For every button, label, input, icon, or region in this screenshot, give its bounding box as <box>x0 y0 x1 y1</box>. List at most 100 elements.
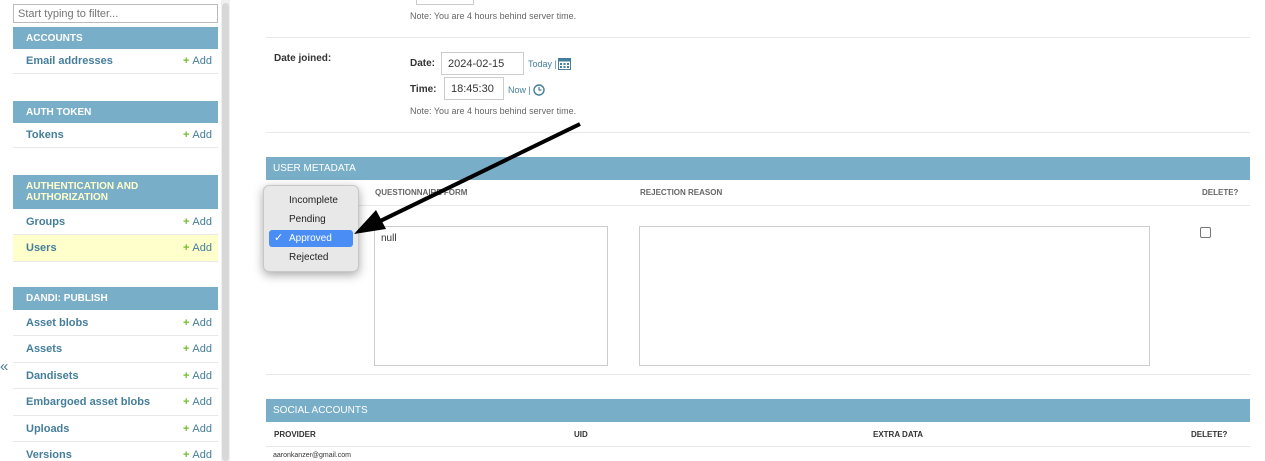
module-dandi-publish: Dandi: Publish Asset blobs + Add Assets +… <box>13 287 218 461</box>
status-option-rejected[interactable]: Rejected <box>269 249 353 266</box>
collapse-sidebar-button[interactable]: « <box>0 358 8 375</box>
link-separator: | <box>528 85 531 95</box>
sidebar-item-dandisets[interactable]: Dandisets + Add <box>13 363 218 389</box>
sidebar-item-label[interactable]: Asset blobs <box>26 317 88 329</box>
add-link[interactable]: + Add <box>183 423 212 435</box>
provider-column-header: PROVIDER <box>274 430 316 439</box>
status-option-pending[interactable]: Pending <box>269 211 353 228</box>
plus-icon: + <box>182 316 190 329</box>
calendar-icon[interactable] <box>558 57 571 70</box>
add-link[interactable]: + Add <box>183 242 212 254</box>
sidebar-item-label[interactable]: Dandisets <box>26 370 79 382</box>
add-link[interactable]: + Add <box>183 216 212 228</box>
module-authentication-authorization: Authentication and Authorization Groups … <box>13 175 218 262</box>
add-label: Add <box>192 316 212 329</box>
add-link[interactable]: + Add <box>183 449 212 461</box>
add-label: Add <box>192 396 212 408</box>
add-link[interactable]: + Add <box>183 343 212 355</box>
time-label: Time: <box>410 84 437 95</box>
social-accounts-header: SOCIAL ACCOUNTS <box>266 399 1250 422</box>
status-option-incomplete[interactable]: Incomplete <box>269 192 353 209</box>
sidebar-item-label[interactable]: Users <box>26 242 57 254</box>
date-input[interactable] <box>441 52 524 75</box>
sidebar-item-label[interactable]: Uploads <box>26 423 69 435</box>
sidebar: Accounts Email addresses +Add Auth Token… <box>0 0 232 461</box>
today-link-group: Today | <box>528 59 557 69</box>
sidebar-item-label[interactable]: Embargoed asset blobs <box>26 396 150 408</box>
sidebar-item-label[interactable]: Assets <box>26 343 62 355</box>
delete-column-header: DELETE? <box>1191 430 1228 439</box>
plus-icon: + <box>182 55 190 67</box>
plus-icon: + <box>182 448 190 461</box>
option-label: Approved <box>289 233 332 244</box>
today-link[interactable]: Today <box>528 59 552 69</box>
questionnaire-textarea[interactable]: null <box>374 226 608 366</box>
add-label: Add <box>192 448 212 461</box>
timezone-note: Note: You are 4 hours behind server time… <box>410 11 577 21</box>
sidebar-item-email-addresses[interactable]: Email addresses + Add <box>13 49 218 74</box>
status-option-approved[interactable]: ✓ Approved <box>269 230 353 247</box>
extra-data-column-header: EXTRA DATA <box>873 430 924 439</box>
sidebar-item-groups[interactable]: Groups + Add <box>13 209 218 235</box>
module-header-dandi-publish: Dandi: Publish <box>13 287 218 310</box>
add-label: Add <box>192 215 212 228</box>
timezone-note: Note: You are 4 hours behind server time… <box>410 106 577 116</box>
sidebar-item-uploads[interactable]: Uploads + Add <box>13 416 218 442</box>
add-label: Add <box>192 242 212 254</box>
add-link[interactable]: + Add <box>183 55 212 67</box>
rejection-column-header: REJECTION REASON <box>640 188 723 197</box>
sidebar-item-assets[interactable]: Assets + Add <box>13 336 218 363</box>
add-label: Add <box>192 129 212 141</box>
add-link[interactable]: + Add <box>183 396 212 408</box>
divider <box>266 37 1250 38</box>
sidebar-item-label[interactable]: Tokens <box>26 129 64 141</box>
sidebar-item-label[interactable]: Groups <box>26 216 65 228</box>
add-link[interactable]: + Add <box>183 129 212 141</box>
plus-icon: + <box>182 422 190 435</box>
check-icon: ✓ <box>274 232 284 244</box>
sidebar-item-users[interactable]: Users + Add <box>13 235 218 262</box>
plus-icon: + <box>182 242 190 254</box>
now-link-group: Now | <box>508 85 531 95</box>
plus-icon: + <box>182 369 190 382</box>
questionnaire-column-header: QUESTIONNAIRE FORM <box>375 188 468 197</box>
module-header-authentication: Authentication and Authorization <box>13 175 218 209</box>
add-link[interactable]: + Add <box>183 370 212 382</box>
add-link[interactable]: + Add <box>183 317 212 329</box>
divider <box>266 132 1250 133</box>
module-header-accounts: Accounts <box>13 27 218 49</box>
sidebar-item-asset-blobs[interactable]: Asset blobs + Add <box>13 310 218 336</box>
add-label: Add <box>192 55 212 67</box>
sidebar-item-embargoed-asset-blobs[interactable]: Embargoed asset blobs + Add <box>13 389 218 416</box>
user-metadata-header: USER METADATA <box>266 157 1250 180</box>
plus-icon: + <box>182 215 190 228</box>
option-label: Rejected <box>289 252 329 263</box>
sidebar-item-tokens[interactable]: Tokens + Add <box>13 123 218 148</box>
sidebar-item-label[interactable]: Email addresses <box>26 55 113 67</box>
time-input-previous[interactable] <box>416 0 474 5</box>
date-label: Date: <box>410 58 436 69</box>
divider <box>266 374 1250 375</box>
clock-icon[interactable] <box>533 84 545 96</box>
time-input[interactable] <box>444 77 504 100</box>
link-separator: | <box>554 59 557 69</box>
module-accounts: Accounts Email addresses + Add <box>13 27 218 74</box>
option-label: Pending <box>289 214 326 225</box>
add-label: Add <box>192 422 212 435</box>
sidebar-filter-input[interactable] <box>13 4 218 23</box>
sidebar-item-versions[interactable]: Versions + Add <box>13 442 218 461</box>
divider <box>266 446 1250 447</box>
add-label: Add <box>192 369 212 382</box>
divider <box>266 205 1250 206</box>
now-link[interactable]: Now <box>508 85 526 95</box>
module-auth-token: Auth Token Tokens + Add <box>13 101 218 148</box>
uid-column-header: UID <box>574 430 588 439</box>
sidebar-item-label[interactable]: Versions <box>26 449 72 461</box>
rejection-reason-textarea[interactable] <box>639 226 1150 366</box>
module-header-auth-token: Auth Token <box>13 101 218 123</box>
option-label: Incomplete <box>289 195 338 206</box>
delete-checkbox[interactable] <box>1200 227 1211 238</box>
sidebar-scrollbar-thumb[interactable] <box>222 3 229 461</box>
status-dropdown-menu[interactable]: Incomplete Pending ✓ Approved Rejected <box>263 185 359 272</box>
delete-column-header: DELETE? <box>1202 188 1239 197</box>
